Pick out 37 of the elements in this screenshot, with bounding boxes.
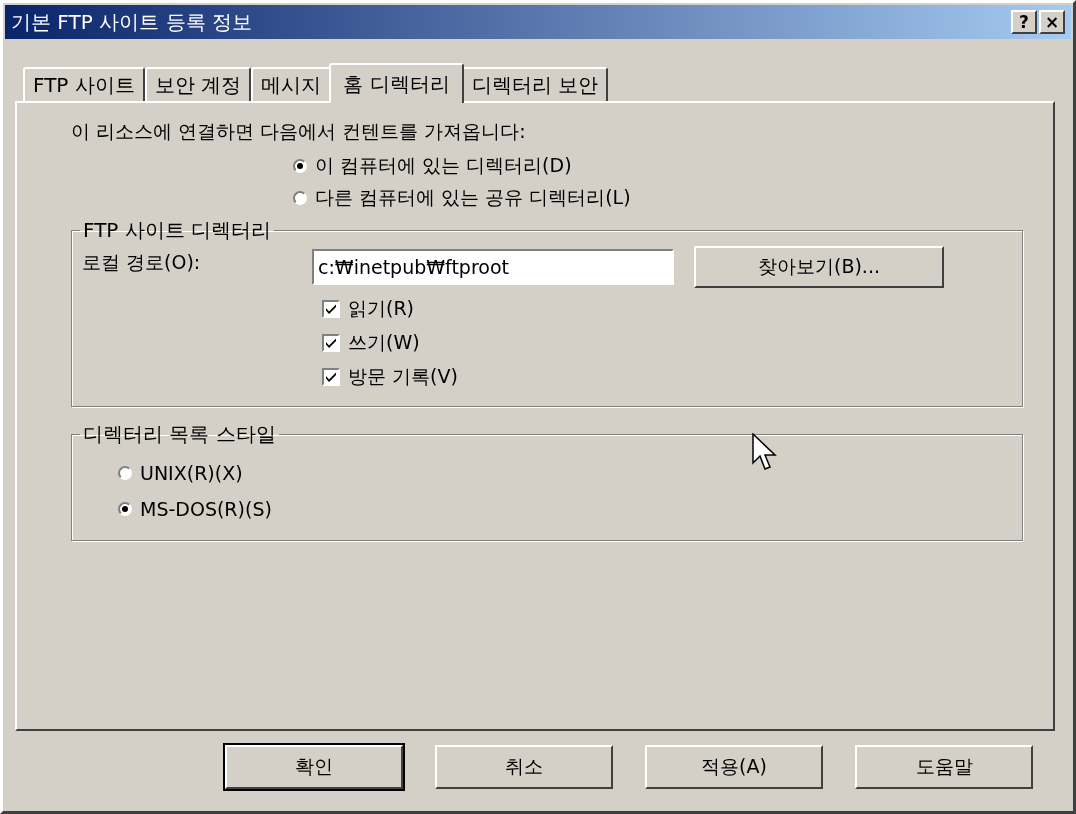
tab[interactable]: FTP 사이트 (23, 67, 145, 101)
checkbox[interactable] (322, 300, 340, 318)
radio-button[interactable] (118, 502, 132, 516)
content-source-label: 이 리소스에 연결하면 다음에서 컨텐트를 가져옵니다: (71, 119, 527, 144)
close-button[interactable]: × (1039, 10, 1065, 34)
check-mark-icon (324, 302, 338, 316)
checkbox-option[interactable]: 쓰기(W) (322, 330, 420, 356)
checkbox[interactable] (322, 334, 340, 352)
dialog-button[interactable]: 도움말 (855, 745, 1033, 789)
group-title: FTP 사이트 디렉터리 (82, 217, 273, 244)
tab[interactable]: 디렉터리 보안 (461, 67, 608, 101)
checkbox-option[interactable]: 방문 기록(V) (322, 364, 458, 390)
field-label: 로컬 경로(O): (82, 250, 202, 275)
tab[interactable]: 메시지 (251, 67, 332, 101)
tab[interactable]: 보안 계정 (144, 67, 252, 101)
dialog-button[interactable]: 확인 (225, 745, 403, 789)
window-title: 기본 FTP 사이트 등록 정보 (11, 8, 252, 36)
group-title: 디렉터리 목록 스타일 (82, 421, 277, 448)
radio-button[interactable] (293, 191, 307, 205)
checkbox[interactable] (322, 368, 340, 386)
check-mark-icon (324, 370, 338, 384)
radio-label: UNIX(R)(X) (140, 462, 243, 484)
help-button[interactable]: ? (1011, 10, 1037, 34)
checkbox-label: 쓰기(W) (348, 330, 420, 355)
dialog-button[interactable]: 취소 (435, 745, 613, 789)
local-path-field[interactable]: c:₩inetpub₩ftproot (312, 249, 674, 285)
checkbox-label: 방문 기록(V) (348, 364, 458, 389)
mouse-pointer-icon (752, 433, 778, 473)
browse-button[interactable]: 찾아보기(B)... (694, 246, 944, 288)
check-mark-icon (324, 336, 338, 350)
radio-button[interactable] (118, 466, 132, 480)
radio-option[interactable]: UNIX(R)(X) (118, 462, 243, 484)
checkbox-label: 읽기(R) (348, 296, 415, 321)
checkbox-option[interactable]: 읽기(R) (322, 296, 415, 322)
radio-button[interactable] (293, 159, 307, 173)
dialog-button[interactable]: 적용(A) (645, 745, 823, 789)
tab[interactable]: 홈 디렉터리 (329, 63, 464, 103)
